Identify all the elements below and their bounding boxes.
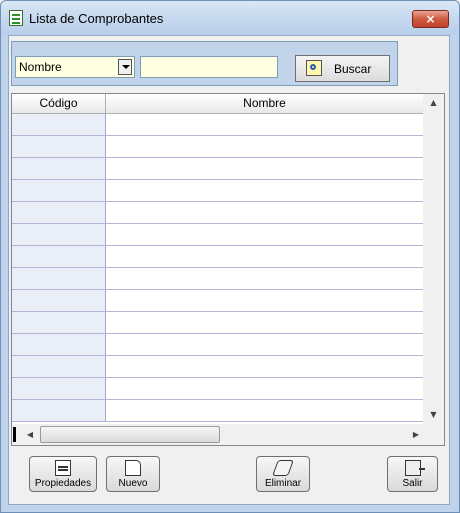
table-row[interactable] (12, 268, 424, 290)
exit-icon (404, 460, 425, 476)
grid-rows (12, 114, 424, 422)
scroll-left-icon[interactable]: ◀ (22, 426, 38, 443)
row-marker (13, 427, 16, 442)
table-cell-codigo[interactable] (12, 378, 106, 399)
table-row[interactable] (12, 180, 424, 202)
table-cell-codigo[interactable] (12, 312, 106, 333)
results-grid[interactable]: Código Nombre ▲ ▼ ◀ ▶ (11, 93, 445, 446)
table-row[interactable] (12, 114, 424, 136)
table-row[interactable] (12, 246, 424, 268)
search-icon (306, 60, 322, 76)
horizontal-scrollbar[interactable]: ◀ ▶ (12, 424, 444, 445)
table-cell-codigo[interactable] (12, 290, 106, 311)
title-bar[interactable]: Lista de Comprobantes × (1, 1, 459, 35)
table-cell-codigo[interactable] (12, 356, 106, 377)
table-row[interactable] (12, 224, 424, 246)
nuevo-button[interactable]: Nuevo (106, 456, 160, 492)
table-row[interactable] (12, 202, 424, 224)
table-cell-codigo[interactable] (12, 136, 106, 157)
table-row[interactable] (12, 334, 424, 356)
search-button[interactable]: Buscar (295, 55, 390, 82)
vertical-scrollbar[interactable]: ▲ ▼ (423, 94, 444, 424)
close-icon: × (425, 12, 436, 26)
column-header-nombre[interactable]: Nombre (106, 94, 424, 114)
table-row[interactable] (12, 290, 424, 312)
table-cell-codigo[interactable] (12, 114, 106, 135)
salir-button[interactable]: Salir (387, 456, 438, 492)
scroll-down-icon[interactable]: ▼ (423, 406, 444, 424)
table-cell-codigo[interactable] (12, 334, 106, 355)
table-row[interactable] (12, 312, 424, 334)
table-cell-codigo[interactable] (12, 224, 106, 245)
properties-icon (55, 460, 71, 476)
salir-label: Salir (402, 478, 423, 489)
table-cell-codigo[interactable] (12, 400, 106, 421)
column-header-codigo[interactable]: Código (12, 94, 106, 114)
search-input[interactable] (140, 56, 278, 78)
scroll-right-icon[interactable]: ▶ (408, 426, 424, 443)
table-row[interactable] (12, 400, 424, 422)
scroll-up-icon[interactable]: ▲ (423, 94, 444, 112)
nuevo-label: Nuevo (118, 478, 148, 489)
table-cell-codigo[interactable] (12, 158, 106, 179)
eraser-icon (272, 460, 294, 476)
horizontal-scroll-thumb[interactable] (40, 426, 220, 443)
window-title: Lista de Comprobantes (29, 11, 164, 26)
propiedades-label: Propiedades (34, 478, 92, 489)
table-cell-codigo[interactable] (12, 202, 106, 223)
propiedades-button[interactable]: Propiedades (29, 456, 97, 492)
search-field-select[interactable]: Nombre (15, 56, 135, 78)
table-cell-codigo[interactable] (12, 180, 106, 201)
close-button[interactable]: × (412, 10, 449, 28)
table-row[interactable] (12, 158, 424, 180)
table-row[interactable] (12, 378, 424, 400)
search-button-label: Buscar (334, 62, 372, 76)
chevron-down-icon[interactable] (118, 59, 132, 75)
document-icon (9, 10, 23, 26)
eliminar-button[interactable]: Eliminar (256, 456, 310, 492)
table-row[interactable] (12, 136, 424, 158)
table-cell-codigo[interactable] (12, 268, 106, 289)
new-document-icon (125, 460, 141, 476)
table-row[interactable] (12, 356, 424, 378)
eliminar-label: Eliminar (264, 478, 302, 489)
search-field-value: Nombre (19, 60, 62, 74)
table-cell-codigo[interactable] (12, 246, 106, 267)
